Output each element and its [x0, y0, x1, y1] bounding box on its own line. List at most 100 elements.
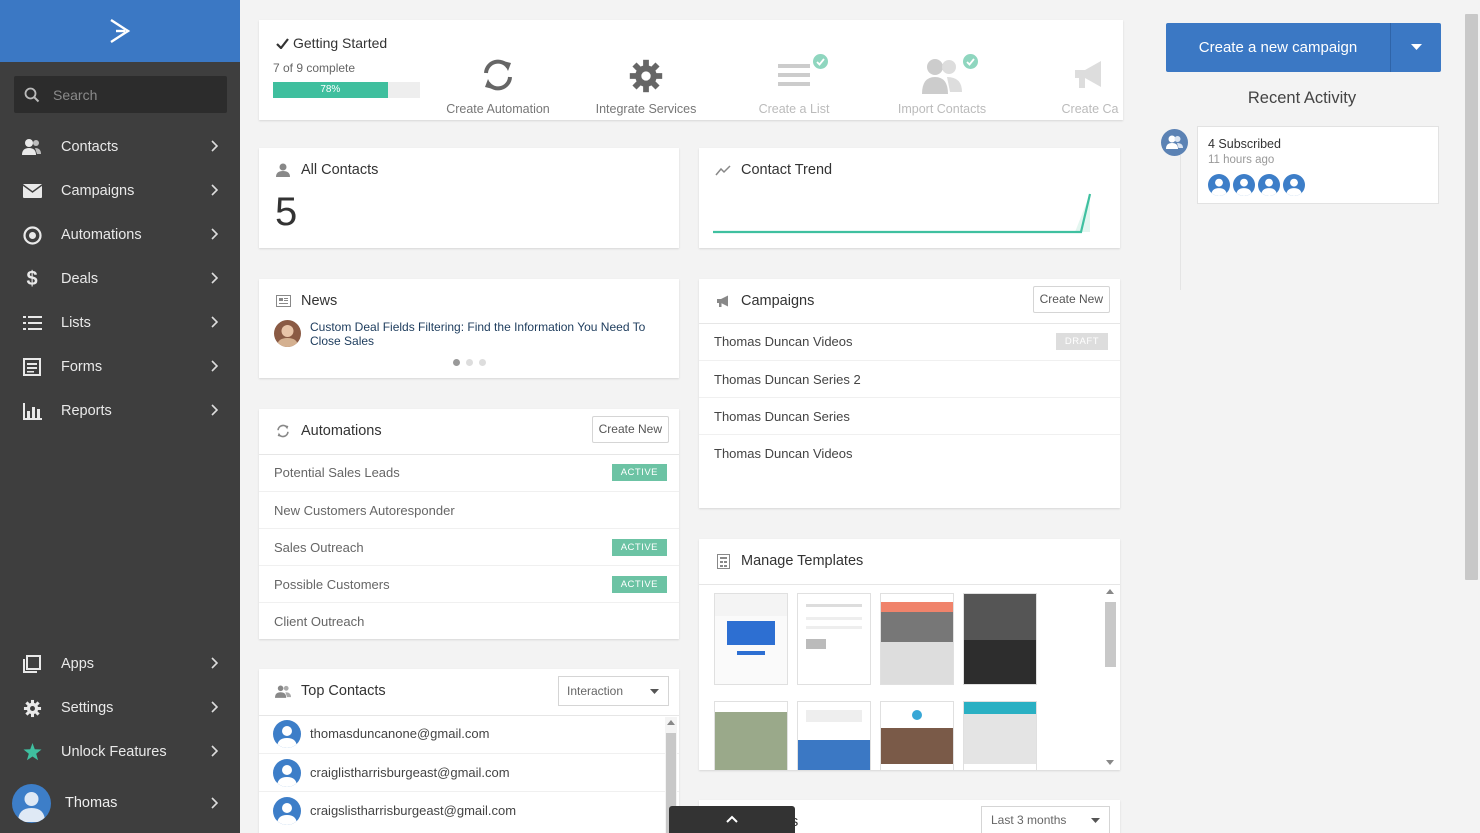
contact-avatar [273, 797, 301, 825]
caret-down-icon [1411, 44, 1422, 50]
search-input[interactable] [53, 86, 213, 103]
list-item[interactable]: thomasduncanone@gmail.com [259, 715, 679, 753]
dollar-icon: $ [26, 267, 38, 290]
template-thumbnail[interactable] [963, 701, 1037, 770]
template-thumbnail[interactable] [880, 593, 954, 685]
list-item[interactable]: Thomas Duncan Videos [699, 434, 1120, 471]
nav-label: Automations [61, 227, 142, 243]
step-label: Import Contacts [897, 102, 987, 116]
card-title-text: Contact Trend [741, 162, 833, 178]
create-campaign-button[interactable]: Create a new campaign [1166, 23, 1390, 72]
trend-sparkline [713, 193, 1092, 234]
list-item[interactable]: New Customers Autoresponder [259, 491, 679, 528]
nav-automations[interactable]: Automations [0, 213, 240, 257]
user-icon [275, 162, 291, 178]
automation-name: Client Outreach [274, 614, 365, 629]
avatar[interactable] [1258, 174, 1280, 196]
chevron-right-icon [211, 404, 218, 416]
activity-title: 4 Subscribed [1208, 137, 1281, 151]
card-title: Top Contacts [275, 683, 386, 699]
list-item[interactable]: Possible Customers ACTIVE [259, 565, 679, 602]
nav-forms[interactable]: Forms [0, 345, 240, 389]
sidebar: Contacts Campaigns Automations $ Deals L… [0, 0, 240, 833]
nav-label: Reports [61, 403, 112, 419]
scroll-to-top-tab[interactable] [669, 806, 795, 833]
step-create-automation[interactable]: Create Automation [433, 58, 563, 116]
nav-apps[interactable]: Apps [0, 642, 240, 686]
nav-label: Campaigns [61, 183, 135, 199]
list-item[interactable]: craigslistharrisburgeast@gmail.com [259, 791, 679, 829]
template-thumbnail[interactable] [797, 593, 871, 685]
page-scrollbar-thumb[interactable] [1465, 14, 1478, 580]
checkmark-icon [276, 37, 289, 49]
news-card: News Custom Deal Fields Filtering: Find … [259, 279, 679, 378]
list-item[interactable]: Potential Sales Leads ACTIVE [259, 454, 679, 491]
user-menu[interactable]: Thomas [0, 781, 240, 825]
news-headline-link[interactable]: Custom Deal Fields Filtering: Find the I… [310, 320, 665, 348]
caret-down-icon [1091, 818, 1100, 823]
template-thumbnail[interactable] [714, 701, 788, 770]
create-automation-button[interactable]: Create New [591, 416, 669, 443]
nav-deals[interactable]: $ Deals [0, 257, 240, 301]
search-box[interactable] [14, 76, 227, 113]
step-integrate-services[interactable]: Integrate Services [581, 58, 711, 116]
page-scrollbar[interactable] [1464, 0, 1480, 833]
user-name: Thomas [65, 795, 118, 811]
logo[interactable] [0, 0, 240, 62]
carousel-dot-active[interactable] [453, 359, 460, 366]
nav-contacts[interactable]: Contacts [0, 125, 240, 169]
date-range-dropdown[interactable]: Last 3 months [981, 806, 1110, 833]
template-thumbnail[interactable] [714, 593, 788, 685]
chevron-right-icon [211, 316, 218, 328]
contact-avatar [273, 759, 301, 787]
step-create-list[interactable]: Create a List [729, 54, 859, 116]
list-item[interactable]: craiglistharrisburgeast@gmail.com [259, 753, 679, 791]
nav-settings[interactable]: Settings [0, 686, 240, 730]
card-title: All Contacts [275, 162, 378, 178]
list-item[interactable]: Thomas Duncan Series [699, 397, 1120, 434]
campaign-options-dropdown[interactable] [1391, 23, 1441, 72]
apps-icon [22, 654, 42, 674]
create-campaign-button[interactable]: Create New [1032, 286, 1110, 313]
nav-unlock-features[interactable]: Unlock Features [0, 730, 240, 774]
templates-scrollbar[interactable] [1104, 587, 1116, 767]
step-create-campaign[interactable]: Create Ca [1025, 58, 1123, 116]
nav-reports[interactable]: Reports [0, 389, 240, 433]
avatar[interactable] [1283, 174, 1305, 196]
list-item[interactable]: Thomas Duncan Videos DRAFT [699, 323, 1120, 360]
carousel-dot[interactable] [479, 359, 486, 366]
carousel-dot[interactable] [466, 359, 473, 366]
activity-timeline-line [1180, 155, 1181, 290]
nav-lists[interactable]: Lists [0, 301, 240, 345]
gear-icon [629, 59, 663, 93]
check-circle-icon [963, 54, 978, 69]
contact-email: craiglistharrisburgeast@gmail.com [310, 765, 510, 780]
nav-label: Contacts [61, 139, 119, 155]
newspaper-icon [275, 293, 291, 309]
nav-campaigns[interactable]: Campaigns [0, 169, 240, 213]
refresh-icon [484, 59, 512, 91]
nav-label: Forms [61, 359, 103, 375]
chevron-right-icon [211, 140, 218, 152]
activity-item[interactable]: 4 Subscribed 11 hours ago [1197, 126, 1439, 204]
avatar[interactable] [1208, 174, 1230, 196]
step-import-contacts[interactable]: Import Contacts [877, 54, 1007, 116]
card-title: Contact Trend [715, 162, 832, 178]
list-item[interactable]: Thomas Duncan Series 2 [699, 360, 1120, 397]
list-item[interactable]: Client Outreach [259, 602, 679, 639]
subscriber-avatars [1208, 174, 1305, 196]
list-item[interactable]: Sales Outreach ACTIVE [259, 528, 679, 565]
all-contacts-card[interactable]: All Contacts 5 [259, 148, 679, 248]
automations-card: Automations Create New Potential Sales L… [259, 409, 679, 639]
template-thumbnail[interactable] [797, 701, 871, 770]
campaigns-card: Campaigns Create New Thomas Duncan Video… [699, 279, 1120, 508]
contact-trend-card[interactable]: Contact Trend [699, 148, 1120, 248]
card-title: Campaigns [715, 293, 814, 309]
template-thumbnail[interactable] [963, 593, 1037, 685]
avatar[interactable] [1233, 174, 1255, 196]
contact-avatar [273, 720, 301, 748]
sort-dropdown[interactable]: Interaction [558, 676, 669, 706]
contact-email: craigslistharrisburgeast@gmail.com [310, 803, 517, 818]
news-avatar [274, 320, 301, 347]
template-thumbnail[interactable] [880, 701, 954, 770]
